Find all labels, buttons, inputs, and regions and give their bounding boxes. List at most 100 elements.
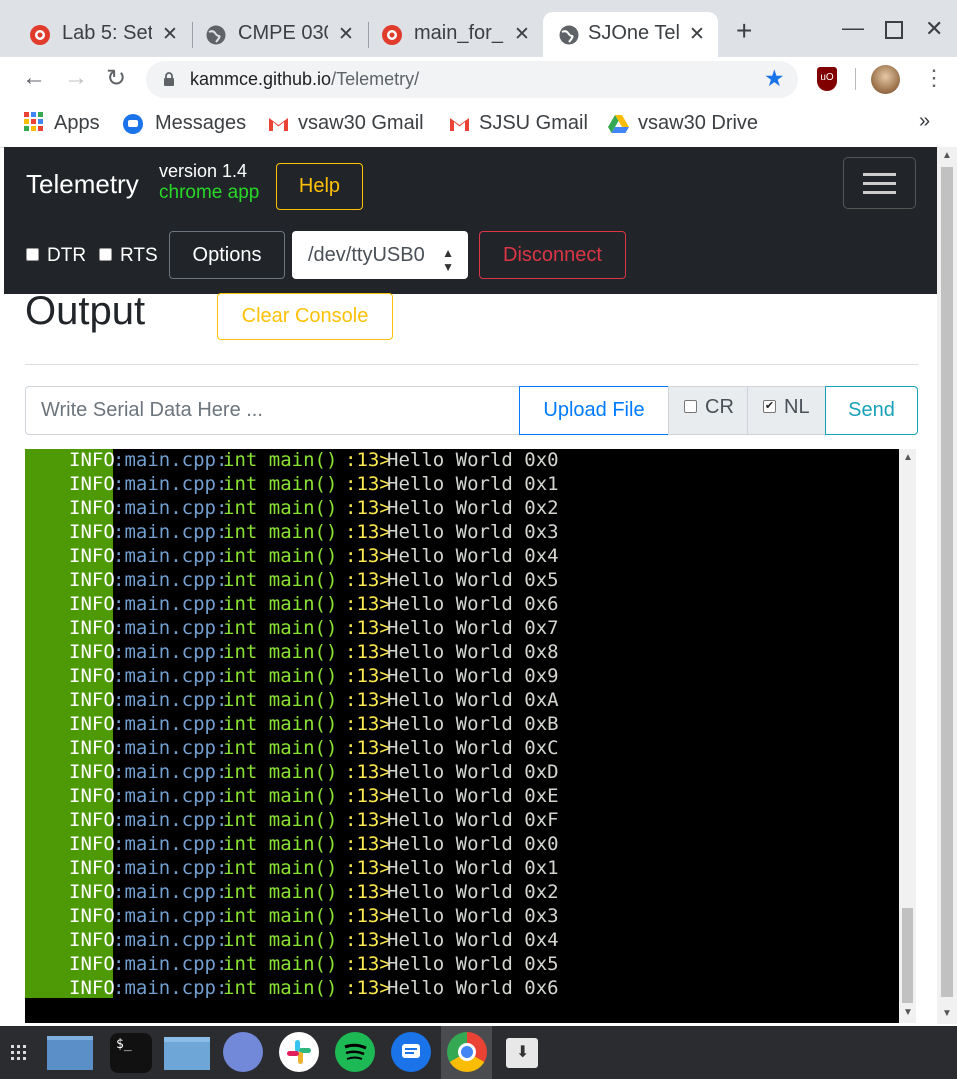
log-message: Hello World 0xE [387, 785, 559, 807]
gmail-icon [449, 116, 470, 137]
reload-icon[interactable]: ↻ [106, 64, 126, 93]
log-function: int main() [223, 521, 338, 543]
cr-option[interactable]: CR [668, 386, 748, 435]
log-function: int main() [223, 881, 338, 903]
serial-data-input[interactable]: Write Serial Data Here ... [25, 386, 520, 435]
log-level: INFO [69, 641, 115, 663]
log-file: :main.cpp: [113, 809, 228, 831]
window-close-icon[interactable]: ✕ [925, 16, 943, 42]
scroll-up-icon[interactable]: ▲ [942, 150, 952, 161]
log-line-number: :13> [345, 977, 391, 999]
options-button[interactable]: Options [169, 231, 285, 279]
log-function: int main() [223, 713, 338, 735]
help-button[interactable]: Help [276, 163, 363, 210]
log-file: :main.cpp: [113, 593, 228, 615]
divider [25, 364, 918, 365]
new-tab-icon[interactable]: + [736, 17, 752, 45]
discord-icon[interactable] [223, 1032, 263, 1072]
page-scroll-thumb[interactable] [941, 167, 953, 997]
hamburger-menu-icon[interactable] [843, 157, 916, 209]
log-message: Hello World 0xF [387, 809, 559, 831]
bookmark-star-icon[interactable]: ★ [764, 65, 785, 92]
launcher-icon[interactable] [11, 1045, 27, 1061]
kebab-menu-icon[interactable]: ⋮ [923, 65, 945, 91]
close-icon[interactable]: ✕ [689, 23, 705, 46]
maximize-icon[interactable] [885, 21, 903, 39]
log-level: INFO [69, 521, 115, 543]
tab-lab5[interactable]: Lab 5: Set ✕ [0, 12, 190, 57]
log-level: INFO [69, 665, 115, 687]
log-line-number: :13> [345, 809, 391, 831]
upload-file-button[interactable]: Upload File [519, 386, 669, 435]
rts-checkbox[interactable] [99, 248, 112, 261]
ublock-origin-icon[interactable]: uO [817, 67, 837, 91]
log-line-number: :13> [345, 641, 391, 663]
log-line-number: :13> [345, 521, 391, 543]
log-level: INFO [69, 905, 115, 927]
url-host: kammce.github.io [190, 69, 332, 89]
page-scrollbar[interactable]: ▲ ▼ [937, 147, 957, 1024]
bookmark-vsaw30-drive[interactable]: vsaw30 Drive [638, 112, 758, 135]
cr-checkbox[interactable] [684, 400, 697, 413]
send-button[interactable]: Send [825, 386, 918, 435]
scroll-down-icon[interactable]: ▼ [942, 1008, 952, 1019]
nl-option[interactable]: ✔ NL [747, 386, 826, 435]
tab-title: CMPE 030 [238, 22, 328, 44]
minimize-icon[interactable]: — [842, 15, 864, 41]
log-message: Hello World 0x0 [387, 449, 559, 471]
bookmark-sjsu-gmail[interactable]: SJSU Gmail [479, 112, 588, 135]
bookmark-vsaw30-gmail[interactable]: vsaw30 Gmail [298, 112, 424, 135]
nl-checkbox[interactable]: ✔ [763, 400, 776, 413]
log-line-number: :13> [345, 833, 391, 855]
apps-grid-icon [24, 112, 44, 137]
log-message: Hello World 0x5 [387, 953, 559, 975]
files-app-icon[interactable] [47, 1036, 93, 1070]
bookmark-messages[interactable]: Messages [155, 112, 246, 135]
messages-icon [123, 114, 143, 139]
back-arrow-icon[interactable]: ← [22, 64, 46, 92]
bookmark-apps[interactable]: Apps [54, 112, 100, 135]
terminal-icon[interactable]: $_ [110, 1033, 152, 1073]
url-text: kammce.github.io/Telemetry/ [190, 69, 419, 90]
slack-icon[interactable] [279, 1032, 319, 1072]
globe-icon [206, 25, 226, 45]
log-message: Hello World 0x3 [387, 905, 559, 927]
globe-icon [559, 25, 579, 45]
log-level: INFO [69, 737, 115, 759]
chrome-app-label: chrome app [159, 182, 260, 203]
close-icon[interactable]: ✕ [514, 23, 530, 46]
log-level: INFO [69, 809, 115, 831]
clear-console-button[interactable]: Clear Console [217, 293, 393, 340]
console-scrollbar[interactable]: ▲ ▼ [899, 449, 916, 1023]
address-bar[interactable]: kammce.github.io/Telemetry/ ★ [146, 61, 798, 98]
log-level: INFO [69, 713, 115, 735]
dtr-checkbox[interactable] [26, 248, 39, 261]
log-level: INFO [69, 593, 115, 615]
folder-icon[interactable] [164, 1037, 210, 1070]
log-file: :main.cpp: [113, 713, 228, 735]
tab-sjone-telemetry[interactable]: SJOne Tel ✕ [543, 12, 718, 57]
bookmarks-overflow[interactable]: » [919, 110, 930, 133]
messages-app-icon[interactable] [391, 1032, 431, 1072]
serial-console[interactable]: INFO:main.cpp: int main():13> Hello World … [25, 449, 899, 1023]
log-function: int main() [223, 833, 338, 855]
downloads-icon[interactable]: ⬇ [506, 1038, 538, 1068]
version-label: version 1.4 [159, 161, 248, 181]
scroll-up-icon[interactable]: ▲ [903, 452, 913, 463]
log-function: int main() [223, 497, 338, 519]
log-message: Hello World 0x8 [387, 641, 559, 663]
log-function: int main() [223, 953, 338, 975]
forward-arrow-icon[interactable]: → [64, 64, 88, 92]
chrome-icon[interactable] [447, 1032, 487, 1072]
disconnect-button[interactable]: Disconnect [479, 231, 626, 279]
spotify-icon[interactable] [335, 1032, 375, 1072]
tab-cmpe030[interactable]: CMPE 030 ✕ [176, 12, 366, 57]
log-level: INFO [69, 689, 115, 711]
serial-port-select[interactable]: /dev/ttyUSB0 ▲ ▼ [292, 231, 468, 279]
tab-main-for[interactable]: main_for_ ✕ [352, 12, 542, 57]
profile-avatar[interactable] [871, 65, 900, 94]
brand-title[interactable]: Telemetry [26, 169, 139, 200]
console-scroll-thumb[interactable] [902, 908, 913, 1003]
log-level: INFO [69, 761, 115, 783]
scroll-down-icon[interactable]: ▼ [903, 1007, 913, 1018]
